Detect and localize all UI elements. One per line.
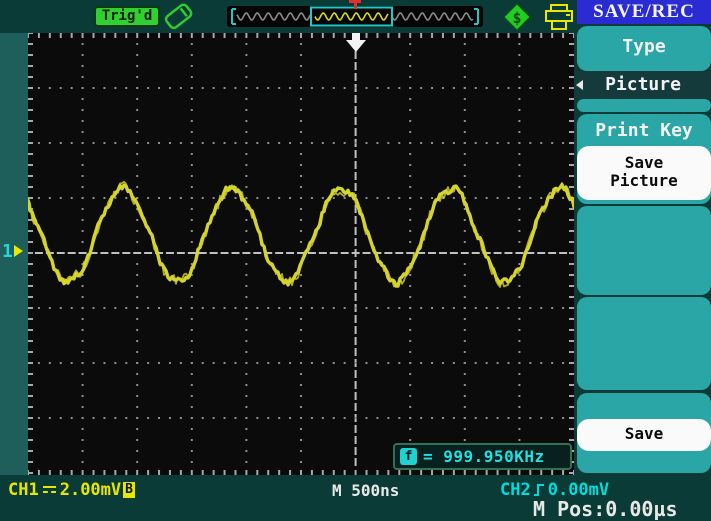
dc-coupling-icon: [43, 483, 56, 497]
menu-item-print-key-label: Print Key: [577, 114, 711, 141]
ch1-status: CH1 2.00mV B: [8, 480, 135, 500]
dollar-save-icon: $: [502, 3, 532, 31]
horizontal-memory-bar[interactable]: [227, 6, 483, 27]
ch2-label: CH2: [500, 480, 531, 500]
channel1-number: 1: [2, 241, 13, 262]
oscilloscope-screen: Trig'd $ SAVE/REC f = 999.9: [0, 0, 711, 520]
menu-item-type[interactable]: Type: [577, 26, 711, 71]
memory-bar-graphic: [227, 6, 483, 27]
waveform-display: f = 999.950KHz: [28, 33, 574, 475]
printer-icon: [543, 3, 575, 31]
menu-slot-empty-2[interactable]: [577, 297, 711, 390]
menu-slot-empty-1[interactable]: [577, 206, 711, 295]
save-button[interactable]: Save: [577, 419, 711, 451]
frequency-counter: f = 999.950KHz: [393, 443, 572, 470]
usb-device-icon: [158, 1, 200, 31]
save-picture-line2: Picture: [577, 172, 711, 190]
m-pos-status: M Pos:0.00µs: [533, 497, 678, 521]
bandwidth-limit-badge: B: [123, 482, 135, 498]
trigger-position-arrow[interactable]: [346, 33, 366, 52]
ch1-label: CH1: [8, 480, 39, 500]
save-picture-button[interactable]: Save Picture: [577, 146, 711, 200]
menu-group-cap: [577, 99, 711, 112]
f-icon: f: [400, 448, 417, 465]
rising-edge-icon: [533, 482, 546, 498]
graticule-and-waveform: [28, 33, 574, 475]
menu-item-type-label: Type: [577, 26, 711, 57]
timebase-status: M 500ns: [332, 480, 399, 500]
channel1-marker[interactable]: 1: [2, 241, 23, 261]
trigger-status-badge: Trig'd: [94, 6, 160, 27]
svg-text:$: $: [512, 9, 521, 27]
menu-value-picture[interactable]: Picture: [575, 71, 711, 98]
timebase-label: M 500ns: [332, 481, 399, 500]
menu-value-picture-label: Picture: [605, 74, 681, 95]
frequency-value: = 999.950KHz: [423, 447, 545, 466]
save-picture-line1: Save: [577, 154, 711, 172]
menu-title: SAVE/REC: [577, 0, 711, 24]
left-arrow-icon: [576, 80, 583, 90]
m-pos-label: M Pos:0.00µs: [533, 497, 678, 521]
ch1-scale: 2.00mV: [60, 480, 121, 500]
right-arrow-icon: [14, 245, 23, 257]
trigger-t-icon: [348, 0, 362, 9]
